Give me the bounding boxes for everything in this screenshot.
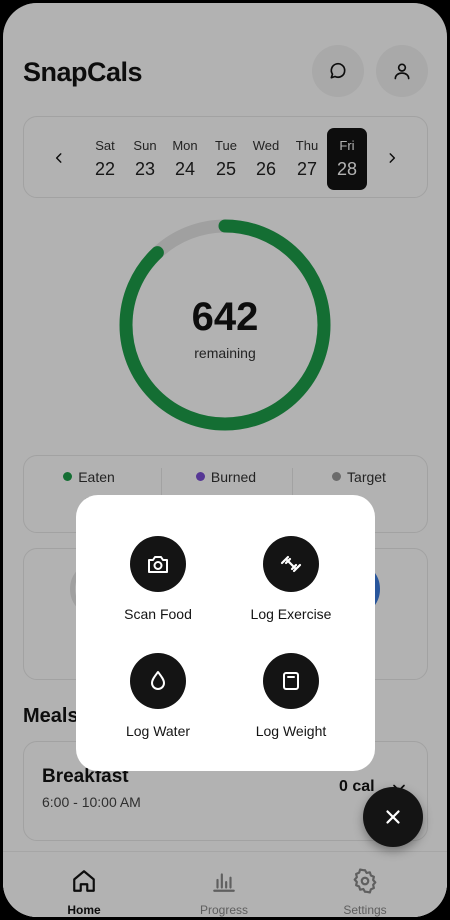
log-weight-button[interactable]: Log Weight <box>226 653 356 739</box>
log-water-label: Log Water <box>125 723 191 739</box>
log-exercise-button[interactable]: Log Exercise <box>226 536 356 622</box>
dumbbell-icon <box>280 555 302 573</box>
quick-action-menu: Scan Food Log Exercise Log Water Log Wei… <box>76 495 375 771</box>
log-exercise-label: Log Exercise <box>250 606 332 622</box>
log-water-icon-button[interactable] <box>130 653 186 709</box>
camera-icon <box>148 556 168 573</box>
scan-food-icon-button[interactable] <box>130 536 186 592</box>
close-menu-fab[interactable] <box>363 787 423 847</box>
scan-food-label: Scan Food <box>124 606 192 622</box>
scan-food-button[interactable]: Scan Food <box>93 536 223 622</box>
phone-screen: SnapCals Sat 22 Sun 23 Mon 24 Tue 25 Wed… <box>3 3 447 917</box>
log-exercise-icon-button[interactable] <box>263 536 319 592</box>
log-weight-label: Log Weight <box>255 723 327 739</box>
scale-icon <box>283 672 299 690</box>
modal-backdrop[interactable] <box>3 3 447 917</box>
log-weight-icon-button[interactable] <box>263 653 319 709</box>
water-drop-icon <box>151 671 165 690</box>
close-icon <box>386 810 400 824</box>
log-water-button[interactable]: Log Water <box>93 653 223 739</box>
